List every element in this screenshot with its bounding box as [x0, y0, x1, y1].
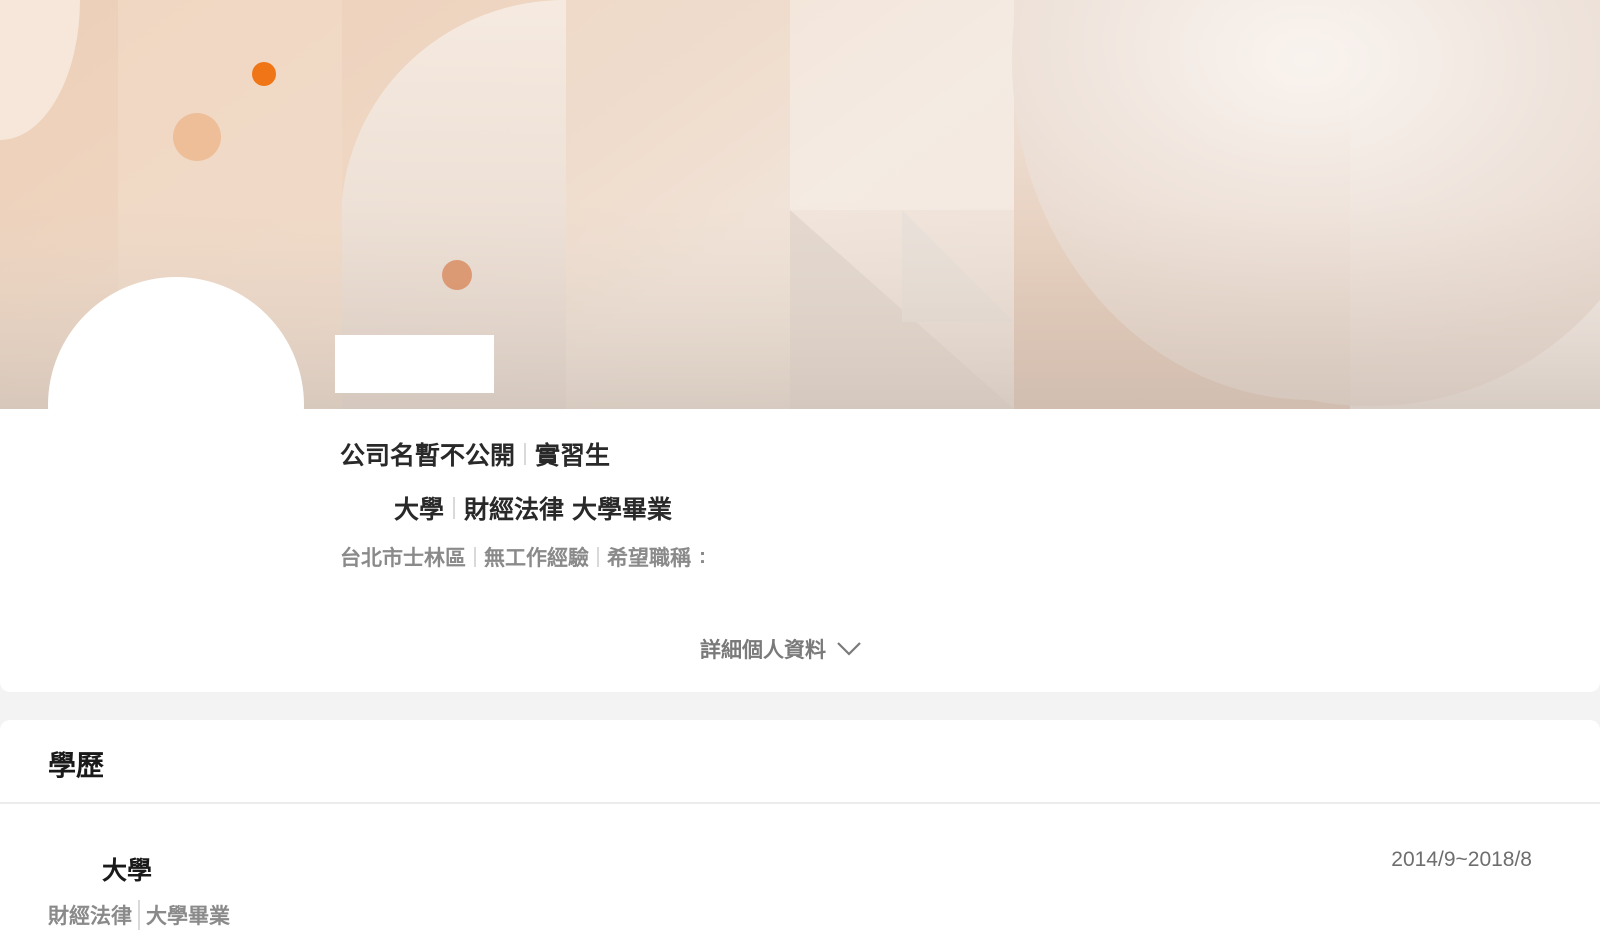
details-toggle-button[interactable]: 詳細個人資料: [700, 634, 862, 664]
separator: [524, 443, 527, 465]
location: 台北市士林區: [340, 547, 466, 570]
education-summary-line: 大學 財經法律 大學畢業: [394, 490, 672, 526]
job-title: 實習生: [535, 442, 611, 470]
desired-title-colon: :: [699, 545, 706, 568]
education-period: 2014/9~2018/8: [1391, 848, 1532, 871]
experience: 無工作經驗: [484, 547, 589, 570]
meta-line: 台北市士林區 無工作經驗 希望職稱 :: [340, 542, 706, 572]
desired-title-label: 希望職稱: [607, 547, 691, 570]
school-name: 大學: [394, 496, 445, 524]
profile-card: 公司名暫不公開 實習生 大學 財經法律 大學畢業 台北市士林區 無工作經驗 希望…: [0, 0, 1600, 692]
chevron-down-icon: [836, 641, 862, 657]
section-title: 學歷: [48, 750, 105, 781]
education-major: 財經法律: [48, 905, 132, 928]
education-section: 學歷 大學 2014/9~2018/8 財經法律 大學畢業: [0, 720, 1600, 944]
degree: 大學畢業: [572, 496, 673, 524]
separator: [597, 547, 599, 567]
education-degree: 大學畢業: [146, 905, 230, 928]
name-placeholder-box: [335, 335, 494, 393]
separator: [474, 547, 476, 567]
avatar: [48, 277, 304, 533]
education-school: 大學: [102, 857, 153, 885]
details-toggle-label: 詳細個人資料: [700, 639, 826, 662]
current-job-line: 公司名暫不公開 實習生: [340, 436, 610, 472]
separator: [453, 497, 456, 519]
company-name: 公司名暫不公開: [340, 442, 516, 470]
separator: [138, 900, 140, 930]
divider: [0, 802, 1600, 804]
education-detail: 財經法律 大學畢業: [48, 900, 230, 930]
major: 財經法律: [464, 496, 565, 524]
